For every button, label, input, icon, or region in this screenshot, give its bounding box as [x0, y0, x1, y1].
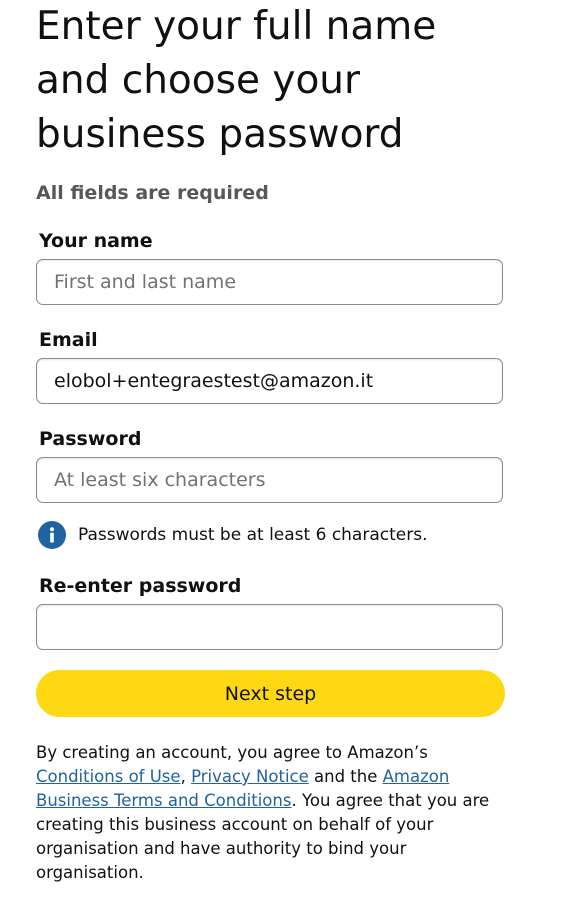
legal-comma: , — [180, 767, 186, 786]
password-hint: Passwords must be at least 6 characters. — [38, 520, 427, 550]
email-label: Email — [39, 329, 98, 351]
legal-and-the: and the — [314, 767, 378, 786]
page-title-line-3: business password — [36, 112, 404, 157]
email-input[interactable] — [36, 358, 503, 404]
page-title-line-2: and choose your — [36, 58, 361, 103]
required-fields-note: All fields are required — [36, 182, 269, 204]
password-input[interactable] — [36, 457, 503, 503]
conditions-of-use-link[interactable]: Conditions of Use — [36, 767, 181, 786]
privacy-notice-link[interactable]: Privacy Notice — [191, 767, 309, 786]
password-hint-text: Passwords must be at least 6 characters. — [78, 525, 428, 545]
page-title: Enter your full name and choose your bus… — [36, 0, 556, 162]
next-step-button[interactable]: Next step — [36, 670, 505, 717]
name-label: Your name — [39, 230, 153, 252]
reenter-password-label: Re-enter password — [39, 575, 242, 597]
legal-intro: By creating an account, you agree to Ama… — [36, 743, 428, 762]
page-title-line-1: Enter your full name — [36, 4, 437, 49]
reenter-password-input[interactable] — [36, 604, 503, 650]
password-label: Password — [39, 428, 142, 450]
info-icon — [38, 521, 66, 549]
legal-notice: By creating an account, you agree to Ama… — [36, 741, 506, 885]
name-input[interactable] — [36, 259, 503, 305]
